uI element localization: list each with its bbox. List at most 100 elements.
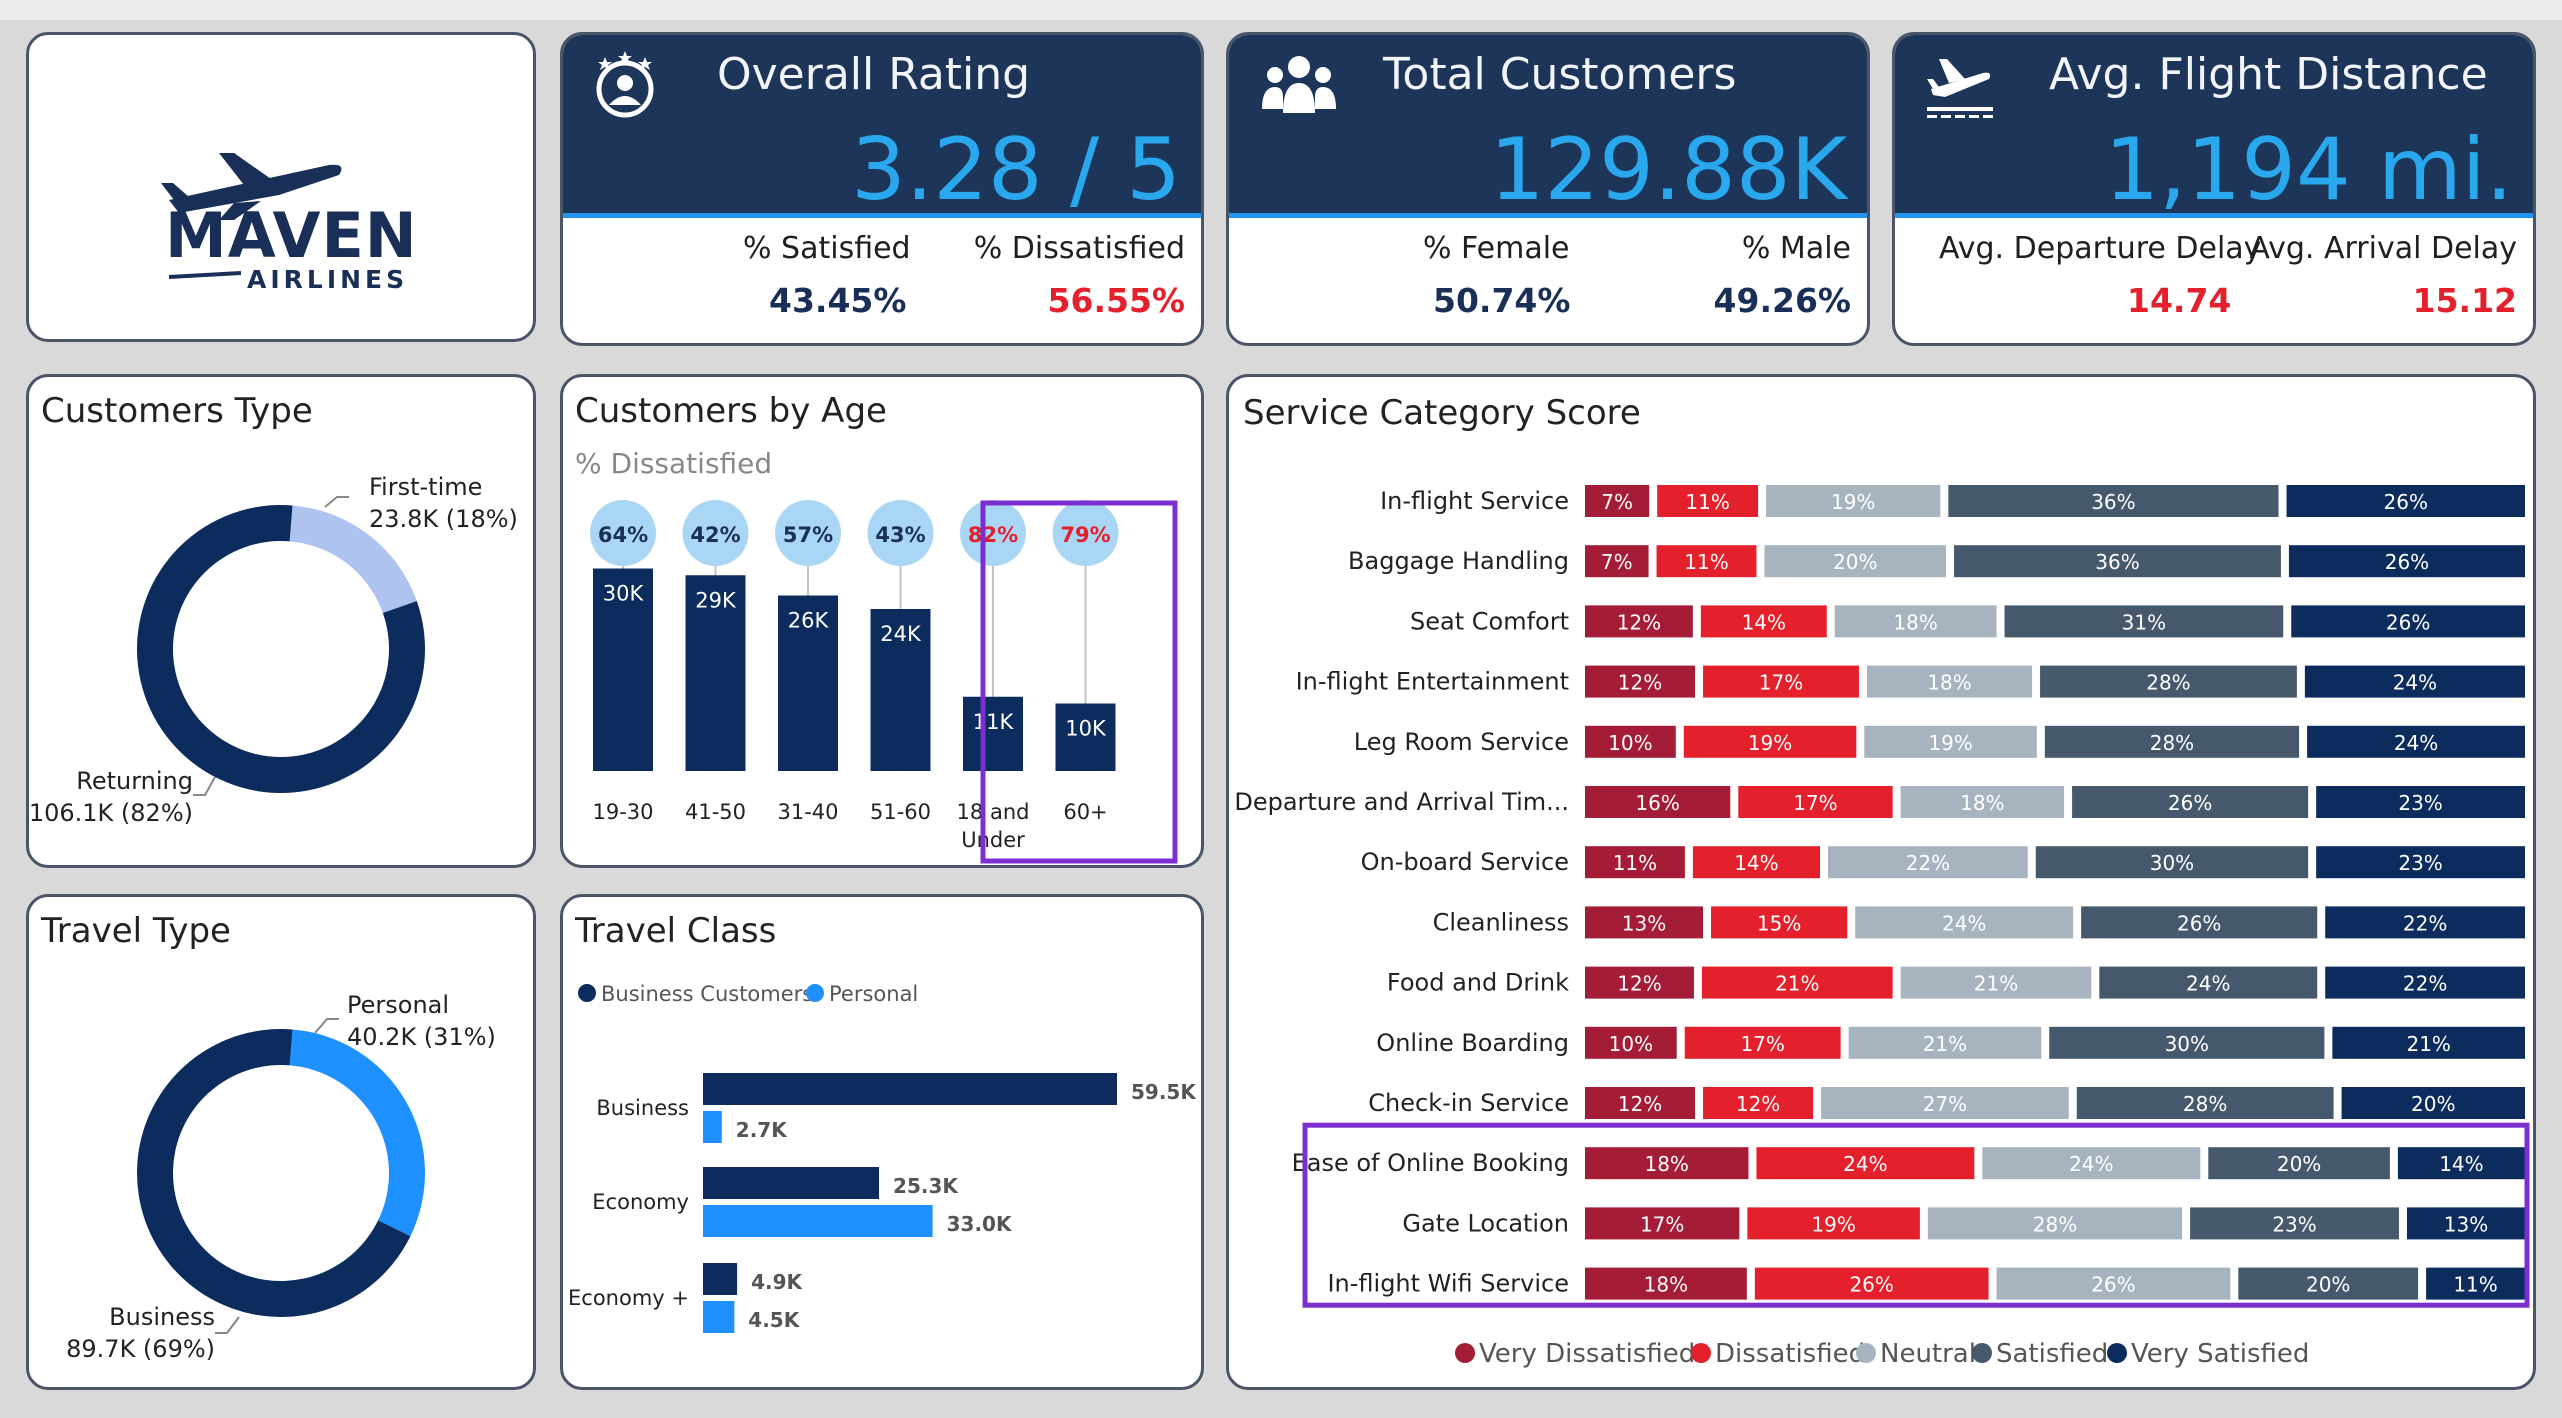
customers-type-donut: First-time 23.8K (18%) Returning 106.1K (82…: [29, 473, 518, 827]
kpi-title: Total Customers: [1383, 49, 1737, 100]
service-segment-label: 12%: [1618, 1092, 1662, 1116]
kpi-card-flight-distance: Avg. Flight Distance 1,194 mi. Avg. Depa…: [1892, 32, 2536, 346]
service-category-label: In-flight Service: [1380, 487, 1569, 515]
service-segment-label: 12%: [1617, 610, 1661, 634]
service-category-label: In-flight Entertainment: [1296, 668, 1569, 696]
kpi-title: Avg. Flight Distance: [2049, 49, 2488, 100]
legend-label: Neutral: [1880, 1339, 1976, 1369]
service-segment-label: 20%: [1833, 550, 1877, 574]
service-segment-label: 26%: [2177, 911, 2221, 935]
service-segment-label: 23%: [2398, 851, 2442, 875]
service-segment-label: 13%: [1622, 911, 1666, 935]
service-segment-label: 19%: [1831, 490, 1875, 514]
service-segment-label: 12%: [1617, 972, 1661, 996]
service-segment-label: 20%: [2277, 1152, 2321, 1176]
legend-label: Personal: [829, 982, 918, 1006]
service-segment-label: 15%: [1757, 911, 1801, 935]
service-segment-label: 21%: [1775, 972, 1819, 996]
dissatisfied-label: 64%: [598, 523, 648, 547]
donut-label-name: First-time: [369, 473, 482, 501]
logo-word: MAVEN: [165, 199, 418, 272]
rating-stars-icon: [593, 49, 657, 124]
service-segment-label: 7%: [1601, 490, 1633, 514]
legend-marker: [1691, 1343, 1711, 1363]
leader-line: [314, 1018, 339, 1034]
leader-line: [215, 1316, 240, 1334]
service-category-label: Food and Drink: [1387, 969, 1569, 997]
class-bar-value: 2.7K: [736, 1118, 788, 1142]
class-bar-value: 4.9K: [751, 1270, 803, 1294]
service-segment-label: 24%: [2393, 671, 2437, 695]
service-category-label: Ease of Online Booking: [1292, 1149, 1569, 1177]
female-label: % Female: [1423, 231, 1570, 266]
service-segment-label: 24%: [2069, 1152, 2113, 1176]
service-segment-label: 10%: [1609, 1032, 1653, 1056]
service-segment-label: 18%: [1644, 1273, 1688, 1297]
airplane-departure-icon: [1925, 49, 1995, 126]
dissatisfied-label: 82%: [968, 523, 1018, 547]
service-segment-label: 22%: [1906, 851, 1950, 875]
logo-sub: AIRLINES: [247, 265, 408, 294]
dissatisfied-label: 79%: [1060, 523, 1110, 547]
legend-label: Very Satisfied: [2131, 1339, 2309, 1369]
service-segment-label: 24%: [2394, 731, 2438, 755]
age-category-label: Under: [961, 828, 1025, 852]
donut-label-name: Personal: [347, 991, 449, 1019]
kpi-value: 3.28 / 5: [851, 120, 1181, 220]
class-bar: [703, 1167, 880, 1199]
service-segment-label: 11%: [1613, 851, 1657, 875]
kpi-header: Total Customers 129.88K: [1229, 35, 1867, 218]
legend-marker: [2107, 1343, 2127, 1363]
service-segment-label: 26%: [2384, 490, 2428, 514]
service-segment-label: 12%: [1736, 1092, 1780, 1116]
travel-class-card: Travel Class Business Customers Personal B…: [560, 894, 1204, 1390]
age-bar-value: 29K: [695, 588, 737, 612]
service-segment-label: 14%: [1734, 851, 1778, 875]
service-segment-label: 26%: [2386, 610, 2430, 634]
legend-marker: [1972, 1343, 1992, 1363]
service-segment-label: 18%: [1960, 791, 2004, 815]
service-segment-label: 18%: [1644, 1152, 1688, 1176]
age-bar-value: 11K: [973, 710, 1015, 734]
age-category-label: 41-50: [685, 800, 746, 824]
service-segment-label: 30%: [2165, 1032, 2209, 1056]
age-category-label: 51-60: [870, 800, 931, 824]
logo-card: MAVEN AIRLINES: [26, 32, 536, 342]
service-segment-label: 20%: [2411, 1092, 2455, 1116]
service-segment-label: 17%: [1740, 1032, 1784, 1056]
service-segment-label: 21%: [1974, 972, 2018, 996]
dissatisfied-label: % Dissatisfied: [973, 231, 1185, 266]
service-segment-label: 19%: [1748, 731, 1792, 755]
service-category-label: Leg Room Service: [1354, 728, 1569, 756]
service-segment-label: 26%: [2168, 791, 2212, 815]
leader-line: [324, 496, 349, 508]
travel-type-donut: Personal 40.2K (31%) Business 89.7K (69%): [66, 991, 496, 1363]
service-category-label: Online Boarding: [1376, 1029, 1569, 1057]
service-segment-label: 24%: [1843, 1152, 1887, 1176]
dissatisfied-value: 56.55%: [1047, 281, 1185, 320]
service-category-label: Seat Comfort: [1410, 607, 1569, 635]
service-stacked-bar-chart: In-flight Service 7% 11% 19% 36% 26% Baggage H…: [1234, 485, 2530, 1369]
service-segment-label: 7%: [1601, 550, 1633, 574]
class-bar-value: 33.0K: [947, 1212, 1013, 1236]
class-bar-value: 4.5K: [748, 1308, 800, 1332]
service-segment-label: 14%: [1742, 610, 1786, 634]
class-category-label: Economy: [592, 1190, 689, 1214]
service-segment-label: 28%: [2183, 1092, 2227, 1116]
satisfied-label: % Satisfied: [743, 231, 911, 266]
class-bar: [703, 1111, 722, 1143]
age-bar-value: 24K: [880, 622, 922, 646]
age-category-label: 60+: [1063, 800, 1107, 824]
service-segment-label: 22%: [2403, 972, 2447, 996]
leader-line: [193, 776, 216, 796]
service-category-label: Check-in Service: [1368, 1089, 1569, 1117]
service-segment-label: 14%: [2439, 1152, 2483, 1176]
donut-label-value: 106.1K (82%): [29, 799, 193, 827]
donut-label-value: 89.7K (69%): [66, 1335, 215, 1363]
top-strip: [0, 0, 2562, 20]
service-segment-label: 10%: [1608, 731, 1652, 755]
legend-label: Very Dissatisfied: [1479, 1339, 1695, 1369]
service-segment-label: 26%: [1849, 1273, 1893, 1297]
service-segment-label: 11%: [1685, 490, 1729, 514]
legend-marker: [578, 984, 596, 1002]
